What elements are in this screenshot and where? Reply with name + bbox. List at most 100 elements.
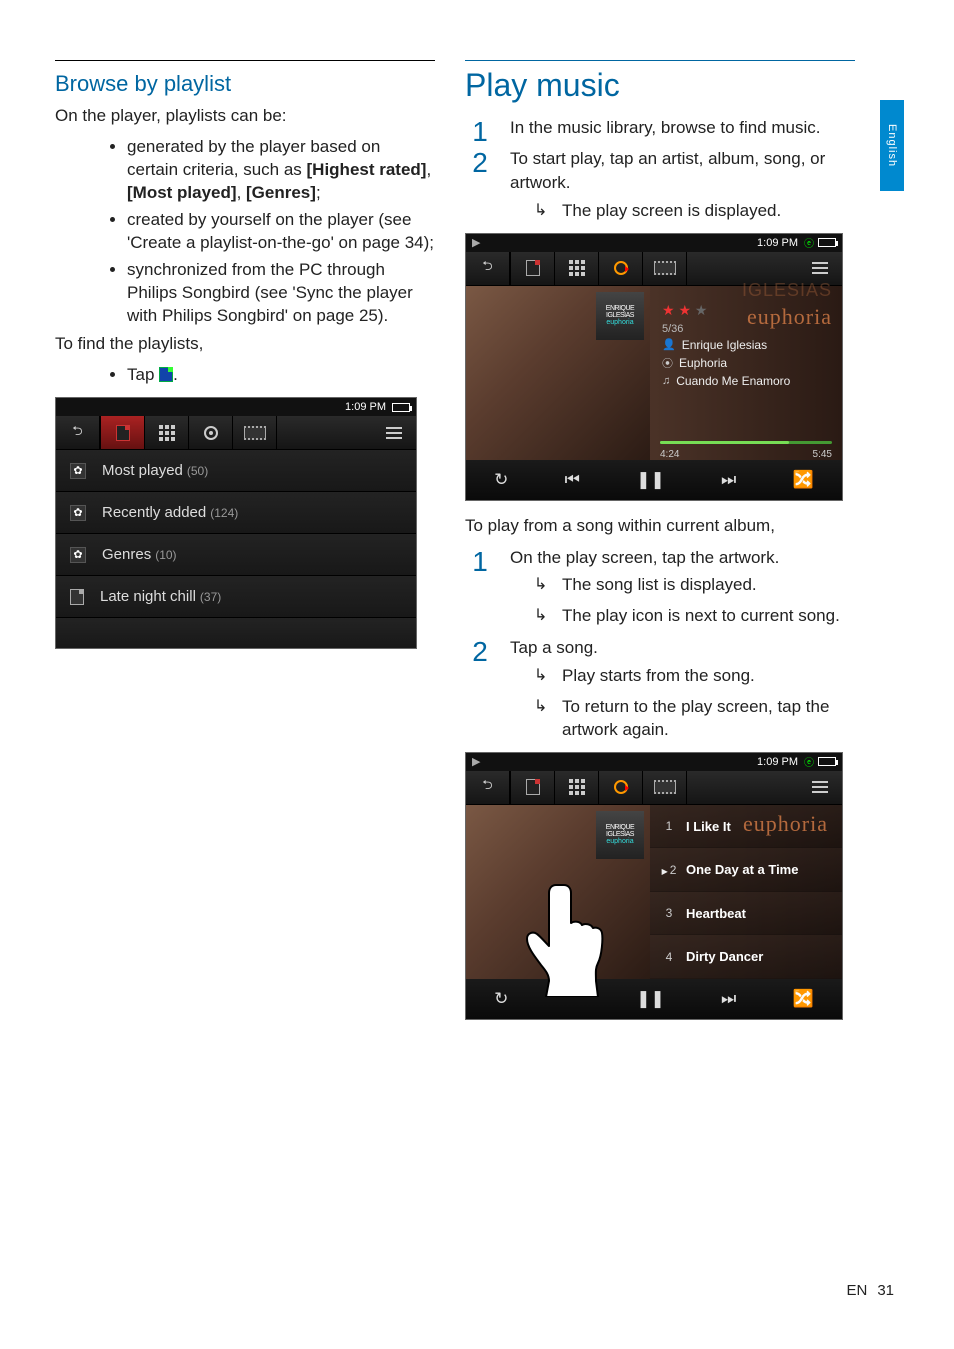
tab-now-playing[interactable]: [599, 252, 643, 285]
menu-button[interactable]: [372, 416, 416, 449]
album-thumbnail: ENRIQUE IGLESIAS euphoria: [596, 292, 644, 340]
pause-button[interactable]: ❚❚: [636, 470, 665, 490]
battery-icon: [818, 238, 836, 247]
artist-line: 👤Enrique Iglesias: [662, 338, 832, 352]
status-time: 1:09 PM: [345, 401, 386, 413]
status-bar: ▶ 1:09 PM ⓔ: [466, 753, 842, 771]
tab-grid[interactable]: [555, 771, 599, 804]
signal-icon: ⓔ: [804, 754, 814, 769]
back-button[interactable]: ⮌: [56, 416, 100, 449]
play-music-heading: Play music: [465, 67, 855, 104]
playlist-row[interactable]: Most played (50): [56, 450, 416, 492]
repeat-button[interactable]: ↻: [494, 470, 508, 490]
tab-playlists[interactable]: [511, 252, 555, 285]
playlist-count: (10): [155, 548, 176, 562]
total-time: 5:45: [813, 449, 832, 460]
playback-controls: ↻ ⏮ ❚❚ ⏭ 🔀: [466, 979, 842, 1019]
bullet-generated: generated by the player based on certain…: [127, 136, 435, 205]
play-music-steps: In the music library, browse to find mus…: [465, 116, 855, 223]
song-number: 4: [660, 950, 678, 964]
pause-button[interactable]: ❚❚: [636, 989, 665, 1009]
battery-icon: [392, 403, 410, 412]
repeat-button[interactable]: ↻: [494, 989, 508, 1009]
right-column: Play music In the music library, browse …: [465, 60, 855, 1034]
album-line: ⦿Euphoria: [662, 355, 832, 371]
playlist-row[interactable]: Recently added (124): [56, 492, 416, 534]
next-button[interactable]: ⏭: [721, 470, 736, 490]
playback-controls: ↻ ⏮ ❚❚ ⏭ 🔀: [466, 460, 842, 500]
playlist-icon: [159, 367, 173, 382]
intro-text: On the player, playlists can be:: [55, 105, 435, 128]
status-time: 1:09 PM: [757, 756, 798, 768]
step-2: To start play, tap an artist, album, son…: [465, 147, 855, 223]
shuffle-button[interactable]: 🔀: [793, 989, 814, 1009]
playlist-label: Recently added: [102, 504, 206, 521]
tab-now-playing[interactable]: [189, 416, 233, 449]
gear-icon: [70, 505, 86, 521]
signal-icon: ⓔ: [804, 235, 814, 250]
playlist-count: (124): [210, 506, 238, 520]
song-line: ♫Cuando Me Enamoro: [662, 374, 832, 388]
menu-button[interactable]: [798, 771, 842, 804]
within-step-2-result-b: To return to the play screen, tap the ar…: [534, 696, 855, 742]
screenshot-playlist-list: 1:09 PM ⮌ Most played (50)Recently added…: [55, 397, 417, 649]
within-step-2: Tap a song. Play starts from the song. T…: [465, 636, 855, 741]
song-row[interactable]: 3Heartbeat: [650, 892, 842, 936]
now-playing-indicator-icon: 2: [660, 863, 678, 877]
tab-videos[interactable]: [643, 252, 687, 285]
song-title: Dirty Dancer: [686, 949, 763, 964]
playlist-doc-icon: [70, 589, 84, 605]
playlist-label: Most played: [102, 462, 183, 479]
screenshot-song-list: ▶ 1:09 PM ⓔ ⮌: [465, 752, 843, 1020]
tab-grid[interactable]: [555, 252, 599, 285]
playlist-label: Genres: [102, 546, 151, 563]
left-column: Browse by playlist On the player, playli…: [55, 60, 435, 1034]
shuffle-button[interactable]: 🔀: [793, 470, 814, 490]
playlist-row[interactable]: Genres (10): [56, 534, 416, 576]
song-title: One Day at a Time: [686, 862, 798, 877]
status-bar: 1:09 PM: [56, 398, 416, 416]
back-button[interactable]: ⮌: [466, 252, 510, 285]
song-number: 1: [660, 819, 678, 833]
play-within-album-steps: On the play screen, tap the artwork. The…: [465, 546, 855, 742]
bullet-synced: synchronized from the PC through Philips…: [127, 259, 435, 328]
gear-icon: [70, 463, 86, 479]
play-indicator-icon: ▶: [472, 755, 480, 768]
prev-button[interactable]: ⏮: [565, 470, 580, 490]
song-title: I Like It: [686, 819, 731, 834]
tab-videos[interactable]: [233, 416, 277, 449]
toolbar: ⮌: [466, 771, 842, 805]
song-row[interactable]: 4 Dirty Dancer: [650, 935, 842, 979]
progress-bar[interactable]: [660, 441, 832, 444]
back-button[interactable]: ⮌: [466, 771, 510, 804]
song-number: 3: [660, 906, 678, 920]
elapsed-time: 4:24: [660, 449, 679, 460]
playlist-count: (37): [200, 590, 221, 604]
tab-playlists[interactable]: [511, 771, 555, 804]
gear-icon: [70, 547, 86, 563]
tab-grid[interactable]: [145, 416, 189, 449]
within-step-1-result-a: The song list is displayed.: [534, 574, 855, 597]
album-artwork[interactable]: ENRIQUE IGLESIAS euphoria: [466, 286, 650, 460]
browse-by-playlist-heading: Browse by playlist: [55, 71, 435, 97]
album-artwork[interactable]: ENRIQUE IGLESIAS euphoria: [466, 805, 650, 979]
within-step-2-result-a: Play starts from the song.: [534, 665, 855, 688]
playlist-types-list: generated by the player based on certain…: [55, 136, 435, 328]
song-row[interactable]: 2 One Day at a Time: [650, 848, 842, 892]
battery-icon: [818, 757, 836, 766]
within-step-1: On the play screen, tap the artwork. The…: [465, 546, 855, 629]
tap-instruction: Tap .: [55, 364, 435, 387]
playlist-row[interactable]: Late night chill (37): [56, 576, 416, 618]
tab-now-playing[interactable]: [599, 771, 643, 804]
play-within-album-heading: To play from a song within current album…: [465, 515, 855, 538]
playlist-label: Late night chill: [100, 588, 196, 605]
tab-videos[interactable]: [643, 771, 687, 804]
next-button[interactable]: ⏭: [721, 989, 736, 1009]
now-playing-body[interactable]: ENRIQUE IGLESIAS euphoria IGLESIAS eupho…: [466, 286, 842, 460]
play-indicator-icon: ▶: [472, 236, 480, 249]
tab-playlists[interactable]: [101, 416, 145, 449]
page-footer: EN31: [846, 1282, 894, 1299]
screenshot-now-playing: ▶ 1:09 PM ⓔ ⮌: [465, 233, 843, 501]
within-step-1-result-b: The play icon is next to current song.: [534, 605, 855, 628]
bullet-created: created by yourself on the player (see '…: [127, 209, 435, 255]
